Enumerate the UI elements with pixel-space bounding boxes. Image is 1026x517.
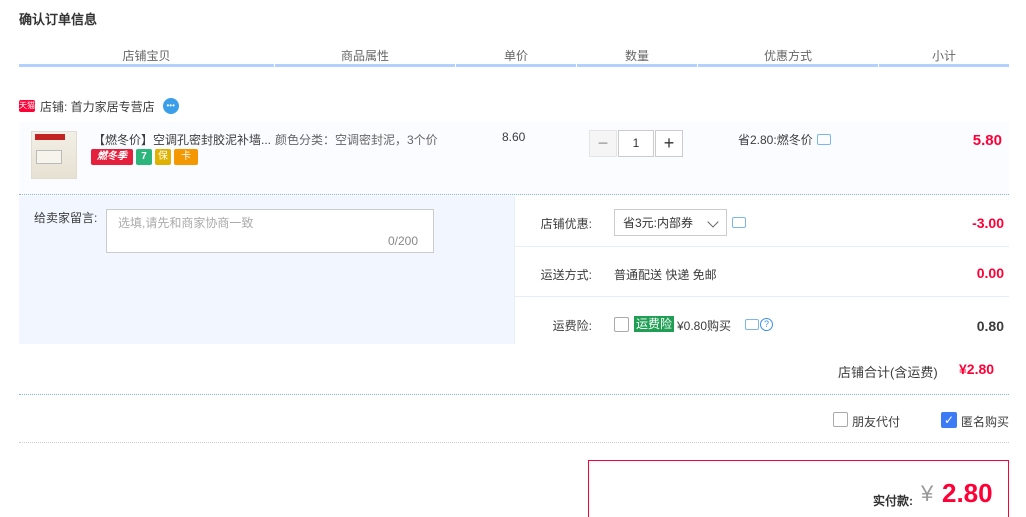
- tmall-icon: 天猫: [19, 100, 35, 112]
- quantity-stepper: − 1 +: [589, 130, 683, 157]
- guarantee-icon: 保: [155, 149, 171, 165]
- column-header-subtotal: 小计: [931, 49, 956, 63]
- unit-price: 8.60: [502, 130, 526, 144]
- page-title: 确认订单信息: [19, 12, 98, 27]
- quantity-increase-button[interactable]: +: [655, 130, 683, 157]
- anonymous-checkbox[interactable]: ✓: [941, 412, 957, 428]
- item-attribute: 颜色分类：空调密封泥，3个价: [275, 133, 438, 147]
- thumbnail-package: [36, 150, 62, 164]
- column-header-attributes: 商品属性: [340, 49, 389, 63]
- help-icon[interactable]: ?: [760, 318, 773, 331]
- insurance-tag: 运费险: [634, 316, 675, 332]
- shipping-label: 运送方式:: [540, 268, 592, 282]
- options-divider: [19, 442, 1009, 443]
- item-discount: 省2.80:燃冬价: [738, 131, 831, 148]
- header-separator: [455, 64, 456, 67]
- header-separator: [274, 64, 275, 67]
- thumbnail-label-strip: [35, 134, 65, 140]
- discount-info-icon[interactable]: [816, 134, 831, 145]
- quantity-input[interactable]: 1: [618, 130, 654, 157]
- column-header-discount: 优惠方式: [763, 49, 812, 63]
- shop-name-link[interactable]: 店铺: 首力家居专营店: [40, 98, 155, 115]
- shop-row: 天猫 店铺: 首力家居专营店 •••: [19, 96, 179, 116]
- shop-discount-label: 店铺优惠:: [540, 217, 592, 231]
- coupon-select[interactable]: 省3元:内部券: [614, 209, 727, 236]
- item-discount-text: 省2.80:燃冬价: [738, 133, 813, 147]
- shop-total-value: ¥2.80: [959, 361, 995, 377]
- header-separator: [697, 64, 698, 67]
- payment-label: 实付款:: [873, 494, 913, 508]
- friend-pay-label: 朋友代付: [852, 415, 901, 429]
- section-divider: [19, 394, 1009, 395]
- chevron-down-icon: [707, 216, 719, 228]
- row-divider: [514, 246, 1009, 247]
- insurance-chat-icon[interactable]: [745, 319, 759, 330]
- anonymous-label: 匿名购买: [961, 415, 1010, 429]
- payment-currency: ¥: [921, 481, 934, 506]
- shipping-amount: 0.00: [976, 265, 1004, 281]
- quantity-decrease-button[interactable]: −: [589, 130, 617, 157]
- header-separator: [576, 64, 577, 67]
- shipping-method: 普通配送 快递 免邮: [614, 268, 717, 282]
- shop-discount-amount: -3.00: [972, 215, 1004, 231]
- winter-sale-badge: 燃冬季: [91, 149, 133, 165]
- item-title-link[interactable]: 【燃冬价】空调孔密封胶泥补墙...: [93, 131, 271, 148]
- shop-total-label: 店铺合计(含运费): [838, 365, 938, 380]
- remark-label: 给卖家留言:: [34, 211, 98, 225]
- insurance-label: 运费险:: [552, 319, 592, 333]
- seven-day-return-icon: 7: [136, 149, 152, 165]
- insurance-amount: 0.80: [976, 318, 1004, 334]
- insurance-price: ¥0.80购买: [677, 319, 732, 333]
- item-badges: 燃冬季 7 保 卡: [91, 149, 198, 165]
- coupon-info-icon[interactable]: [732, 217, 746, 228]
- credit-card-icon: 卡: [174, 149, 198, 165]
- remark-placeholder: 选填,请先和商家协商一致: [118, 216, 254, 230]
- header-divider: [19, 64, 1009, 67]
- item-subtotal: 5.80: [972, 132, 1002, 149]
- insurance-checkbox[interactable]: [614, 317, 629, 332]
- friend-pay-checkbox[interactable]: [833, 412, 848, 427]
- remark-char-count: 0/200: [388, 234, 419, 248]
- column-header-quantity: 数量: [624, 49, 649, 63]
- chat-bubble-icon[interactable]: •••: [162, 98, 179, 114]
- row-divider: [514, 296, 1009, 297]
- column-header-shop-item: 店铺宝贝: [122, 49, 171, 63]
- coupon-select-value: 省3元:内部券: [623, 216, 694, 230]
- header-separator: [878, 64, 879, 67]
- column-header-unit-price: 单价: [503, 49, 528, 63]
- payment-amount: 2.80: [942, 478, 993, 508]
